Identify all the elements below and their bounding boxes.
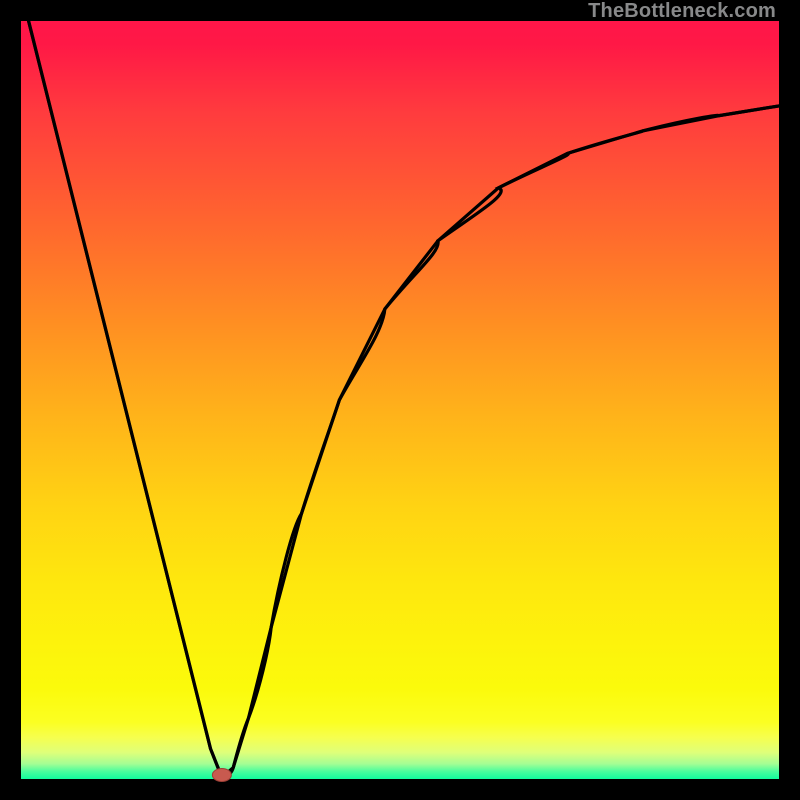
chart-svg — [21, 21, 779, 779]
minimum-marker — [212, 769, 231, 782]
outer-frame: TheBottleneck.com — [0, 0, 800, 800]
bottleneck-curve-line — [29, 21, 779, 777]
bottleneck-curve-path — [29, 21, 779, 777]
watermark-text: TheBottleneck.com — [588, 0, 776, 23]
